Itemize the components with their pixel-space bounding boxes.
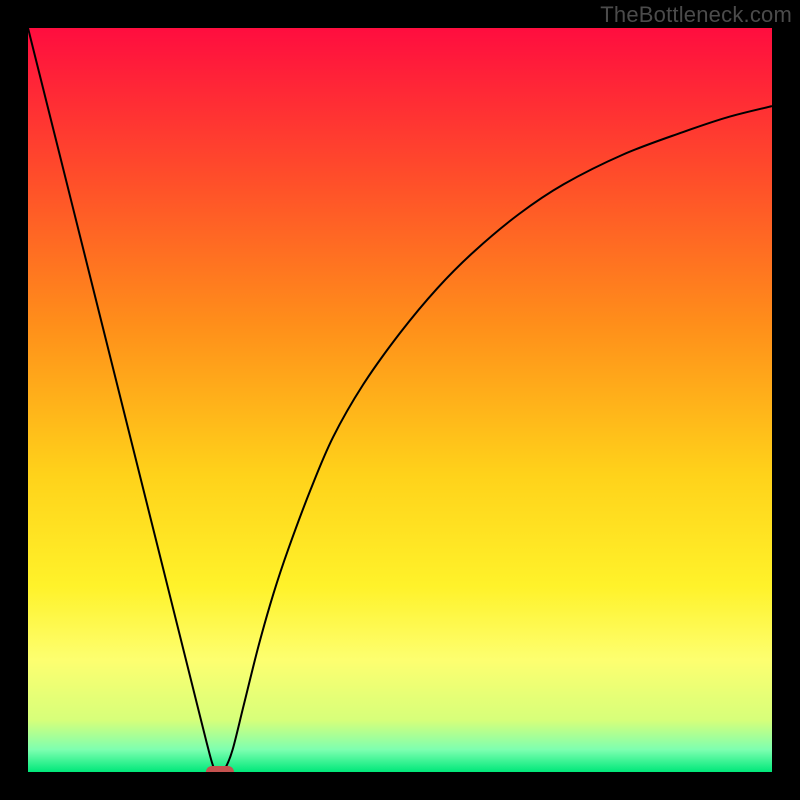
chart-svg [28, 28, 772, 772]
chart-plot-area [28, 28, 772, 772]
watermark-text: TheBottleneck.com [600, 2, 792, 28]
chart-frame: TheBottleneck.com [0, 0, 800, 800]
optimal-point-marker [206, 766, 234, 772]
